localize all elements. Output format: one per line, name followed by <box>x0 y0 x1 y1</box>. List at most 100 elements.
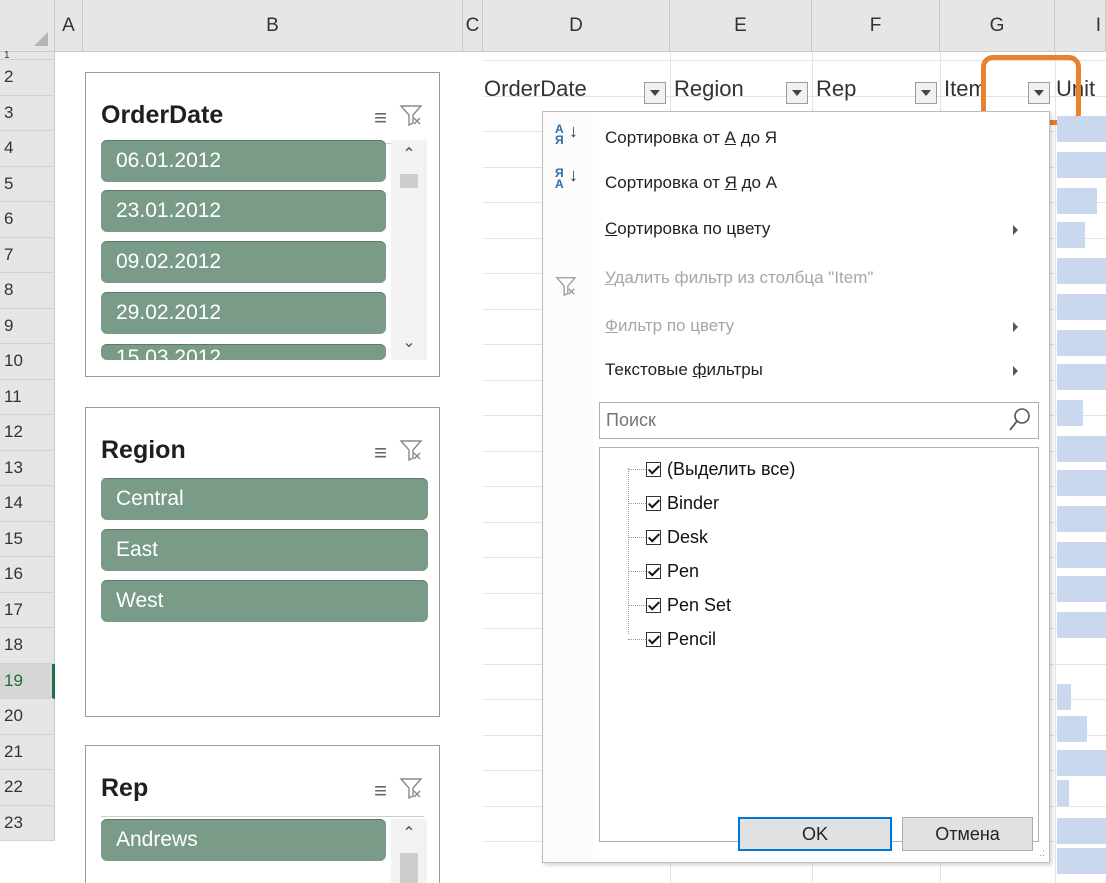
slicer-item[interactable]: 15.03.2012 <box>101 344 386 360</box>
list-item[interactable]: (Выделить все) <box>628 454 795 484</box>
table-header-region: Region <box>674 76 744 101</box>
row-header-14[interactable]: 14 <box>0 486 55 522</box>
row-header-9[interactable]: 9 <box>0 308 55 344</box>
resize-grip-icon[interactable]: .: <box>1039 849 1045 859</box>
scrollbar[interactable]: ⌃ <box>391 819 427 883</box>
row-header-7[interactable]: 7 <box>0 237 55 273</box>
col-header-d[interactable]: D <box>483 0 670 52</box>
slicer-item[interactable]: 06.01.2012 <box>101 140 386 182</box>
row-header-11[interactable]: 11 <box>0 379 55 415</box>
select-all-corner[interactable] <box>0 0 55 52</box>
multi-select-icon[interactable]: ≡ <box>374 778 387 804</box>
col-header-i[interactable]: I <box>1055 0 1106 52</box>
row-header-15[interactable]: 15 <box>0 521 55 557</box>
chevron-right-icon <box>1013 322 1018 332</box>
menu-sort-by-color[interactable]: Сортировка по цвету <box>605 219 770 239</box>
slicer-item[interactable]: 23.01.2012 <box>101 190 386 232</box>
sort-z-a-icon: Я А ↓ <box>555 165 578 191</box>
col-header-e[interactable]: E <box>670 0 812 52</box>
menu-accelerator: Ф <box>605 316 618 335</box>
list-item-label: Desk <box>667 526 709 547</box>
checkbox[interactable] <box>646 631 661 647</box>
list-item[interactable]: Desk <box>628 522 708 552</box>
row-header-20[interactable]: 20 <box>0 699 55 735</box>
row-header-18[interactable]: 18 <box>0 628 55 664</box>
magnifier-icon[interactable] <box>1008 407 1032 438</box>
data-bar <box>1057 542 1106 568</box>
scroll-up-icon[interactable]: ⌃ <box>391 823 427 843</box>
col-header-b[interactable]: B <box>83 0 463 52</box>
row-header-10[interactable]: 10 <box>0 344 55 380</box>
filter-dropdown-region[interactable] <box>786 82 808 104</box>
row-header-6[interactable]: 6 <box>0 202 55 238</box>
checkbox[interactable] <box>646 529 661 545</box>
clear-filter-icon[interactable] <box>399 776 423 805</box>
row-header-22[interactable]: 22 <box>0 770 55 806</box>
menu-sort-descending[interactable]: Сортировка от Я до А <box>605 173 777 193</box>
clear-filter-icon <box>555 275 577 302</box>
col-header-c[interactable]: C <box>463 0 483 52</box>
filter-dropdown-orderdate[interactable] <box>644 82 666 104</box>
row-header-4[interactable]: 4 <box>0 131 55 167</box>
scrollbar[interactable]: ⌃ ⌄ <box>391 140 427 360</box>
menu-accelerator: ф <box>692 360 707 379</box>
row-header-21[interactable]: 21 <box>0 734 55 770</box>
checkbox[interactable] <box>646 495 661 511</box>
col-header-a[interactable]: A <box>55 0 83 52</box>
menu-text: Сортировка от <box>605 173 725 192</box>
list-item[interactable]: Pen <box>628 556 699 586</box>
scroll-up-icon[interactable]: ⌃ <box>391 144 427 164</box>
menu-text: Сортировка от <box>605 128 725 147</box>
data-bar <box>1057 716 1087 742</box>
menu-text: до А <box>736 173 778 192</box>
slicer-title: OrderDate <box>101 101 224 129</box>
row-header-3[interactable]: 3 <box>0 95 55 131</box>
slicer-item[interactable]: East <box>101 529 428 571</box>
menu-text-filters[interactable]: Текстовые фильтры <box>605 360 763 380</box>
slicer-item[interactable]: 09.02.2012 <box>101 241 386 283</box>
row-header-17[interactable]: 17 <box>0 592 55 628</box>
menu-clear-filter: Удалить фильтр из столбца "Item" <box>605 268 873 288</box>
slicer-item[interactable]: Andrews <box>101 819 386 861</box>
data-bar <box>1057 222 1085 248</box>
slicer-rep: Rep ≡ Andrews ⌃ <box>85 745 440 883</box>
slicer-item[interactable]: 29.02.2012 <box>101 292 386 334</box>
scroll-down-icon[interactable]: ⌄ <box>391 332 427 352</box>
data-bar <box>1057 780 1069 806</box>
col-header-f[interactable]: F <box>812 0 940 52</box>
row-header-1[interactable]: 1 <box>0 50 55 61</box>
search-input[interactable] <box>604 409 998 432</box>
list-item[interactable]: Pencil <box>628 624 716 654</box>
row-header-5[interactable]: 5 <box>0 166 55 202</box>
list-item[interactable]: Pen Set <box>628 590 731 620</box>
row-header-8[interactable]: 8 <box>0 273 55 309</box>
menu-sort-ascending[interactable]: Сортировка от А до Я <box>605 128 777 148</box>
row-header-19[interactable]: 19 <box>0 663 55 699</box>
checkbox[interactable] <box>646 461 661 477</box>
clear-filter-icon[interactable] <box>399 438 423 467</box>
row-header-2[interactable]: 2 <box>0 60 55 96</box>
row-header-16[interactable]: 16 <box>0 557 55 593</box>
multi-select-icon[interactable]: ≡ <box>374 440 387 466</box>
slicer-title: Rep <box>101 774 149 802</box>
ok-button[interactable]: OK <box>738 817 892 851</box>
cancel-button[interactable]: Отмена <box>902 817 1033 851</box>
scroll-thumb[interactable] <box>400 174 418 188</box>
slicer-item[interactable]: West <box>101 580 428 622</box>
multi-select-icon[interactable]: ≡ <box>374 105 387 131</box>
list-item-label: (Выделить все) <box>667 458 796 479</box>
row-header-12[interactable]: 12 <box>0 415 55 451</box>
list-item[interactable]: Binder <box>628 488 719 518</box>
col-header-g[interactable]: G <box>940 0 1055 52</box>
checkbox[interactable] <box>646 563 661 579</box>
row-header-23[interactable]: 23 <box>0 805 55 841</box>
filter-dropdown-rep[interactable] <box>915 82 937 104</box>
data-bar <box>1057 576 1106 602</box>
clear-filter-icon[interactable] <box>399 103 423 132</box>
checkbox[interactable] <box>646 597 661 613</box>
slicer-item[interactable]: Central <box>101 478 428 520</box>
slicer-orderdate: OrderDate ≡ 06.01.2012 23.01.2012 09.02.… <box>85 72 440 377</box>
list-item-label: Pencil <box>667 628 717 649</box>
scroll-thumb[interactable] <box>400 853 418 883</box>
row-header-13[interactable]: 13 <box>0 450 55 486</box>
